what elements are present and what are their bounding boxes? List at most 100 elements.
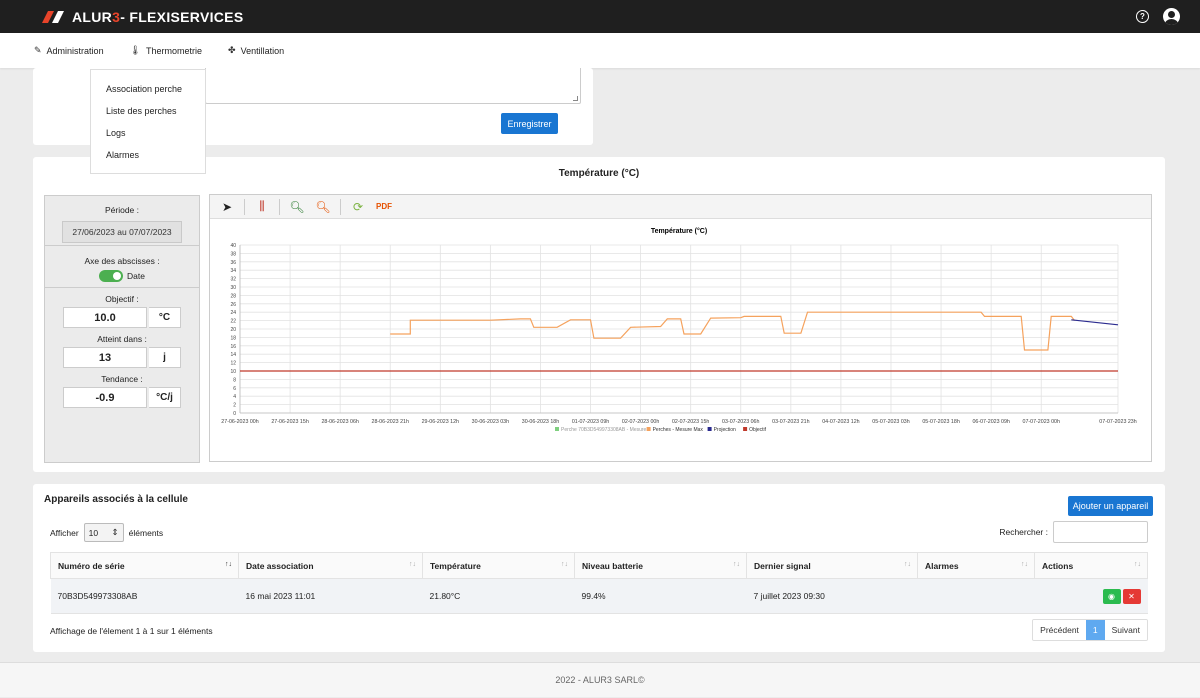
zoom-ok-icon[interactable]: 🔍︎ <box>286 197 308 217</box>
logo-mark-icon <box>42 10 64 23</box>
user-avatar-icon[interactable] <box>1163 8 1180 25</box>
atteint-label: Atteint dans : <box>97 334 147 344</box>
legend-swatch <box>707 427 712 431</box>
objectif-unit: °C <box>149 307 181 328</box>
prev-page-button[interactable]: Précédent <box>1033 620 1086 640</box>
nav-ventillation-label: Ventillation <box>240 45 285 56</box>
legend-swatch <box>646 427 651 431</box>
col-battery[interactable]: Niveau batterie ↑↓ <box>574 552 747 579</box>
devices-card: Appareils associés à la cellule Ajouter … <box>33 484 1165 652</box>
y-tick-label: 20 <box>230 327 236 333</box>
legend-swatch <box>743 427 748 431</box>
menu-item-liste-perches[interactable]: Liste des perches <box>91 106 205 128</box>
x-tick-label: 27-06-2023 15h <box>271 419 308 425</box>
devices-title: Appareils associés à la cellule <box>44 494 188 505</box>
y-tick-label: 14 <box>230 352 236 358</box>
page-length-select[interactable]: 10 ⇕ <box>83 523 124 542</box>
sort-icon: ↑↓ <box>409 561 416 568</box>
devices-table: Numéro de série ↑↓ Date association ↑↓ Tem… <box>50 552 1148 614</box>
col-alarms[interactable]: Alarmes ↑↓ <box>917 552 1035 579</box>
atteint-unit: j <box>149 347 181 368</box>
y-tick-label: 34 <box>230 268 236 274</box>
help-icon[interactable]: ? <box>1136 10 1149 23</box>
nav-ventillation[interactable]: ✤ Ventillation <box>228 45 284 56</box>
col-actions[interactable]: Actions ↑↓ <box>1034 552 1148 579</box>
main-nav: ✎ Administration 🌡︎ Thermometrie ✤ Venti… <box>0 33 1200 68</box>
x-tick-label: 07-07-2023 23h <box>1099 419 1136 425</box>
save-button[interactable]: Enregistrer <box>501 113 558 134</box>
search-input[interactable] <box>1053 521 1148 543</box>
search-label: Rechercher : <box>999 527 1048 537</box>
cell-serial: 70B3D549973308AB <box>50 578 239 614</box>
thermometrie-dropdown: Association perche Liste des perches Log… <box>90 69 206 174</box>
x-tick-label: 02-07-2023 00h <box>622 419 659 425</box>
settings-sliders-icon[interactable]: ⫼ <box>251 197 273 217</box>
y-tick-label: 16 <box>230 344 236 350</box>
next-page-button[interactable]: Suivant <box>1104 620 1147 640</box>
show-suffix: éléments <box>128 527 164 538</box>
period-field[interactable]: 27/06/2023 au 07/07/2023 <box>62 221 182 243</box>
col-serial[interactable]: Numéro de série ↑↓ <box>50 552 239 579</box>
sort-icon: ↑↓ <box>1134 561 1141 568</box>
search: Rechercher : <box>999 521 1148 543</box>
y-tick-label: 6 <box>233 386 236 392</box>
view-eye-icon[interactable]: ◉ <box>1102 588 1121 604</box>
pointer-tool-icon[interactable]: ➤ <box>216 197 238 217</box>
col-date[interactable]: Date association ↑↓ <box>238 552 423 579</box>
legend-label: Perches - Mesure Max <box>653 427 704 433</box>
delete-x-icon[interactable]: ✕ <box>1122 588 1141 604</box>
x-tick-label: 28-06-2023 06h <box>321 419 358 425</box>
axis-date-toggle[interactable] <box>99 270 124 282</box>
col-last-signal[interactable]: Dernier signal ↑↓ <box>746 552 918 579</box>
select-arrows-icon: ⇕ <box>111 527 119 537</box>
menu-item-association-perche[interactable]: Association perche <box>91 84 205 106</box>
period-section: Période : 27/06/2023 au 07/07/2023 <box>45 196 199 246</box>
y-tick-label: 30 <box>230 285 236 291</box>
cell-battery: 99.4% <box>574 578 747 614</box>
nav-thermometrie[interactable]: 🌡︎ Thermometrie <box>130 45 202 56</box>
menu-item-logs[interactable]: Logs <box>91 128 205 150</box>
x-tick-label: 02-07-2023 15h <box>672 419 709 425</box>
y-tick-label: 22 <box>230 319 236 325</box>
cell-last-signal: 7 juillet 2023 09:30 <box>746 578 918 614</box>
cell-temperature: 21.80°C <box>422 578 575 614</box>
add-device-button[interactable]: Ajouter un appareil <box>1068 496 1153 516</box>
brand-name: ALUR <box>72 8 113 25</box>
y-tick-label: 8 <box>233 377 236 383</box>
nav-administration[interactable]: ✎ Administration <box>34 45 104 56</box>
x-tick-label: 28-06-2023 21h <box>372 419 409 425</box>
x-tick-label: 05-07-2023 03h <box>872 419 909 425</box>
objectif-value[interactable]: 10.0 <box>63 307 147 328</box>
axis-section: Axe des abscisses : Date <box>45 246 199 288</box>
pencil-icon: ✎ <box>34 45 42 55</box>
nav-administration-label: Administration <box>46 45 104 56</box>
zoom-cancel-icon[interactable]: 🔍︎ <box>312 197 334 217</box>
col-temperature[interactable]: Température ↑↓ <box>422 552 575 579</box>
x-tick-label: 07-07-2023 00h <box>1023 419 1060 425</box>
comment-textarea[interactable] <box>205 68 581 104</box>
y-tick-label: 38 <box>230 251 236 257</box>
menu-item-alarmes[interactable]: Alarmes <box>91 150 205 172</box>
sort-icon: ↑↓ <box>1021 561 1028 568</box>
objective-section: Objectif : 10.0 °C Atteint dans : 13 j Ten… <box>45 288 199 408</box>
series-line-perches-mesure-max <box>390 311 1076 351</box>
page-length: Afficher 10 ⇕ éléments <box>50 523 163 542</box>
y-tick-label: 40 <box>230 243 236 249</box>
page-1-button[interactable]: 1 <box>1085 620 1105 640</box>
resize-handle-icon[interactable] <box>573 96 578 101</box>
refresh-icon[interactable]: ⟳ <box>347 197 369 217</box>
pdf-export-icon[interactable]: PDF <box>373 197 395 217</box>
atteint-value: 13 <box>63 347 147 368</box>
table-row: 70B3D549973308AB 16 mai 2023 11:01 21.80… <box>50 578 1148 614</box>
brand-logo[interactable]: ALUR 3 - FLEXISERVICES <box>42 9 243 25</box>
x-tick-label: 01-07-2023 09h <box>572 419 609 425</box>
y-tick-label: 24 <box>230 310 236 316</box>
legend-label: Objectif <box>749 427 767 433</box>
page-length-value: 10 <box>88 527 99 538</box>
sort-icon: ↑↓ <box>561 561 568 568</box>
pagination: Précédent 1 Suivant <box>1032 619 1148 641</box>
x-tick-label: 30-06-2023 18h <box>522 419 559 425</box>
x-tick-label: 03-07-2023 06h <box>722 419 759 425</box>
y-tick-label: 28 <box>230 293 236 299</box>
cell-alarms <box>917 578 1035 614</box>
